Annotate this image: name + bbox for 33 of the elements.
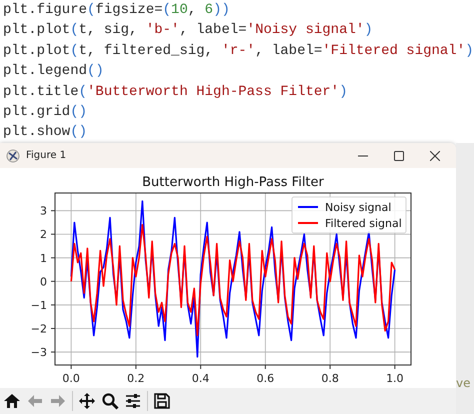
code-line: plt.title('Butterworth High-Pass Filter') [3, 82, 348, 102]
axis-tick-label: 0.8 [321, 372, 339, 385]
pan-icon[interactable] [78, 392, 96, 410]
legend-label: Filtered signal [325, 217, 402, 230]
legend-label: Noisy signal [325, 201, 392, 214]
code-line: plt.legend() [3, 62, 105, 82]
close-icon[interactable] [430, 150, 440, 160]
axis-tick-label: −1 [30, 298, 47, 312]
code-line: plt.plot(t, filtered_sig, 'r-', label='Filtered signal') [3, 42, 474, 61]
code-line: plt.show() [3, 123, 88, 142]
background-text: ve [456, 376, 470, 390]
axis-tick-label: 0.2 [127, 372, 145, 385]
code-line: plt.plot(t, sig, 'b-', label='Noisy signal') [3, 21, 374, 40]
window-title: Figure 1 [26, 150, 66, 161]
axis-tick-label: 0.4 [192, 372, 210, 385]
axis-tick-label: 1.0 [386, 372, 404, 385]
code-line: plt.figure(figsize=(10, 6)) [3, 1, 231, 20]
chart-title: Butterworth High-Pass Filter [142, 175, 324, 190]
code-line: plt.grid() [3, 102, 88, 122]
axis-tick-label: −2 [30, 322, 47, 336]
zoom-icon[interactable] [101, 392, 119, 410]
save-icon[interactable] [153, 392, 171, 410]
axis-tick-label: 1 [40, 252, 47, 265]
figure-icon [6, 148, 20, 162]
axis-tick-label: 3 [40, 204, 47, 218]
axis-tick-label: 0.0 [62, 372, 80, 385]
axis-tick-label: 0.6 [256, 372, 274, 385]
axis-tick-label: 2 [40, 228, 47, 242]
axis-tick-label: 0 [40, 275, 47, 288]
configure-icon[interactable] [124, 392, 142, 410]
home-icon[interactable] [3, 392, 21, 410]
axis-tick-label: −3 [30, 346, 47, 360]
maximize-icon[interactable] [394, 150, 404, 160]
